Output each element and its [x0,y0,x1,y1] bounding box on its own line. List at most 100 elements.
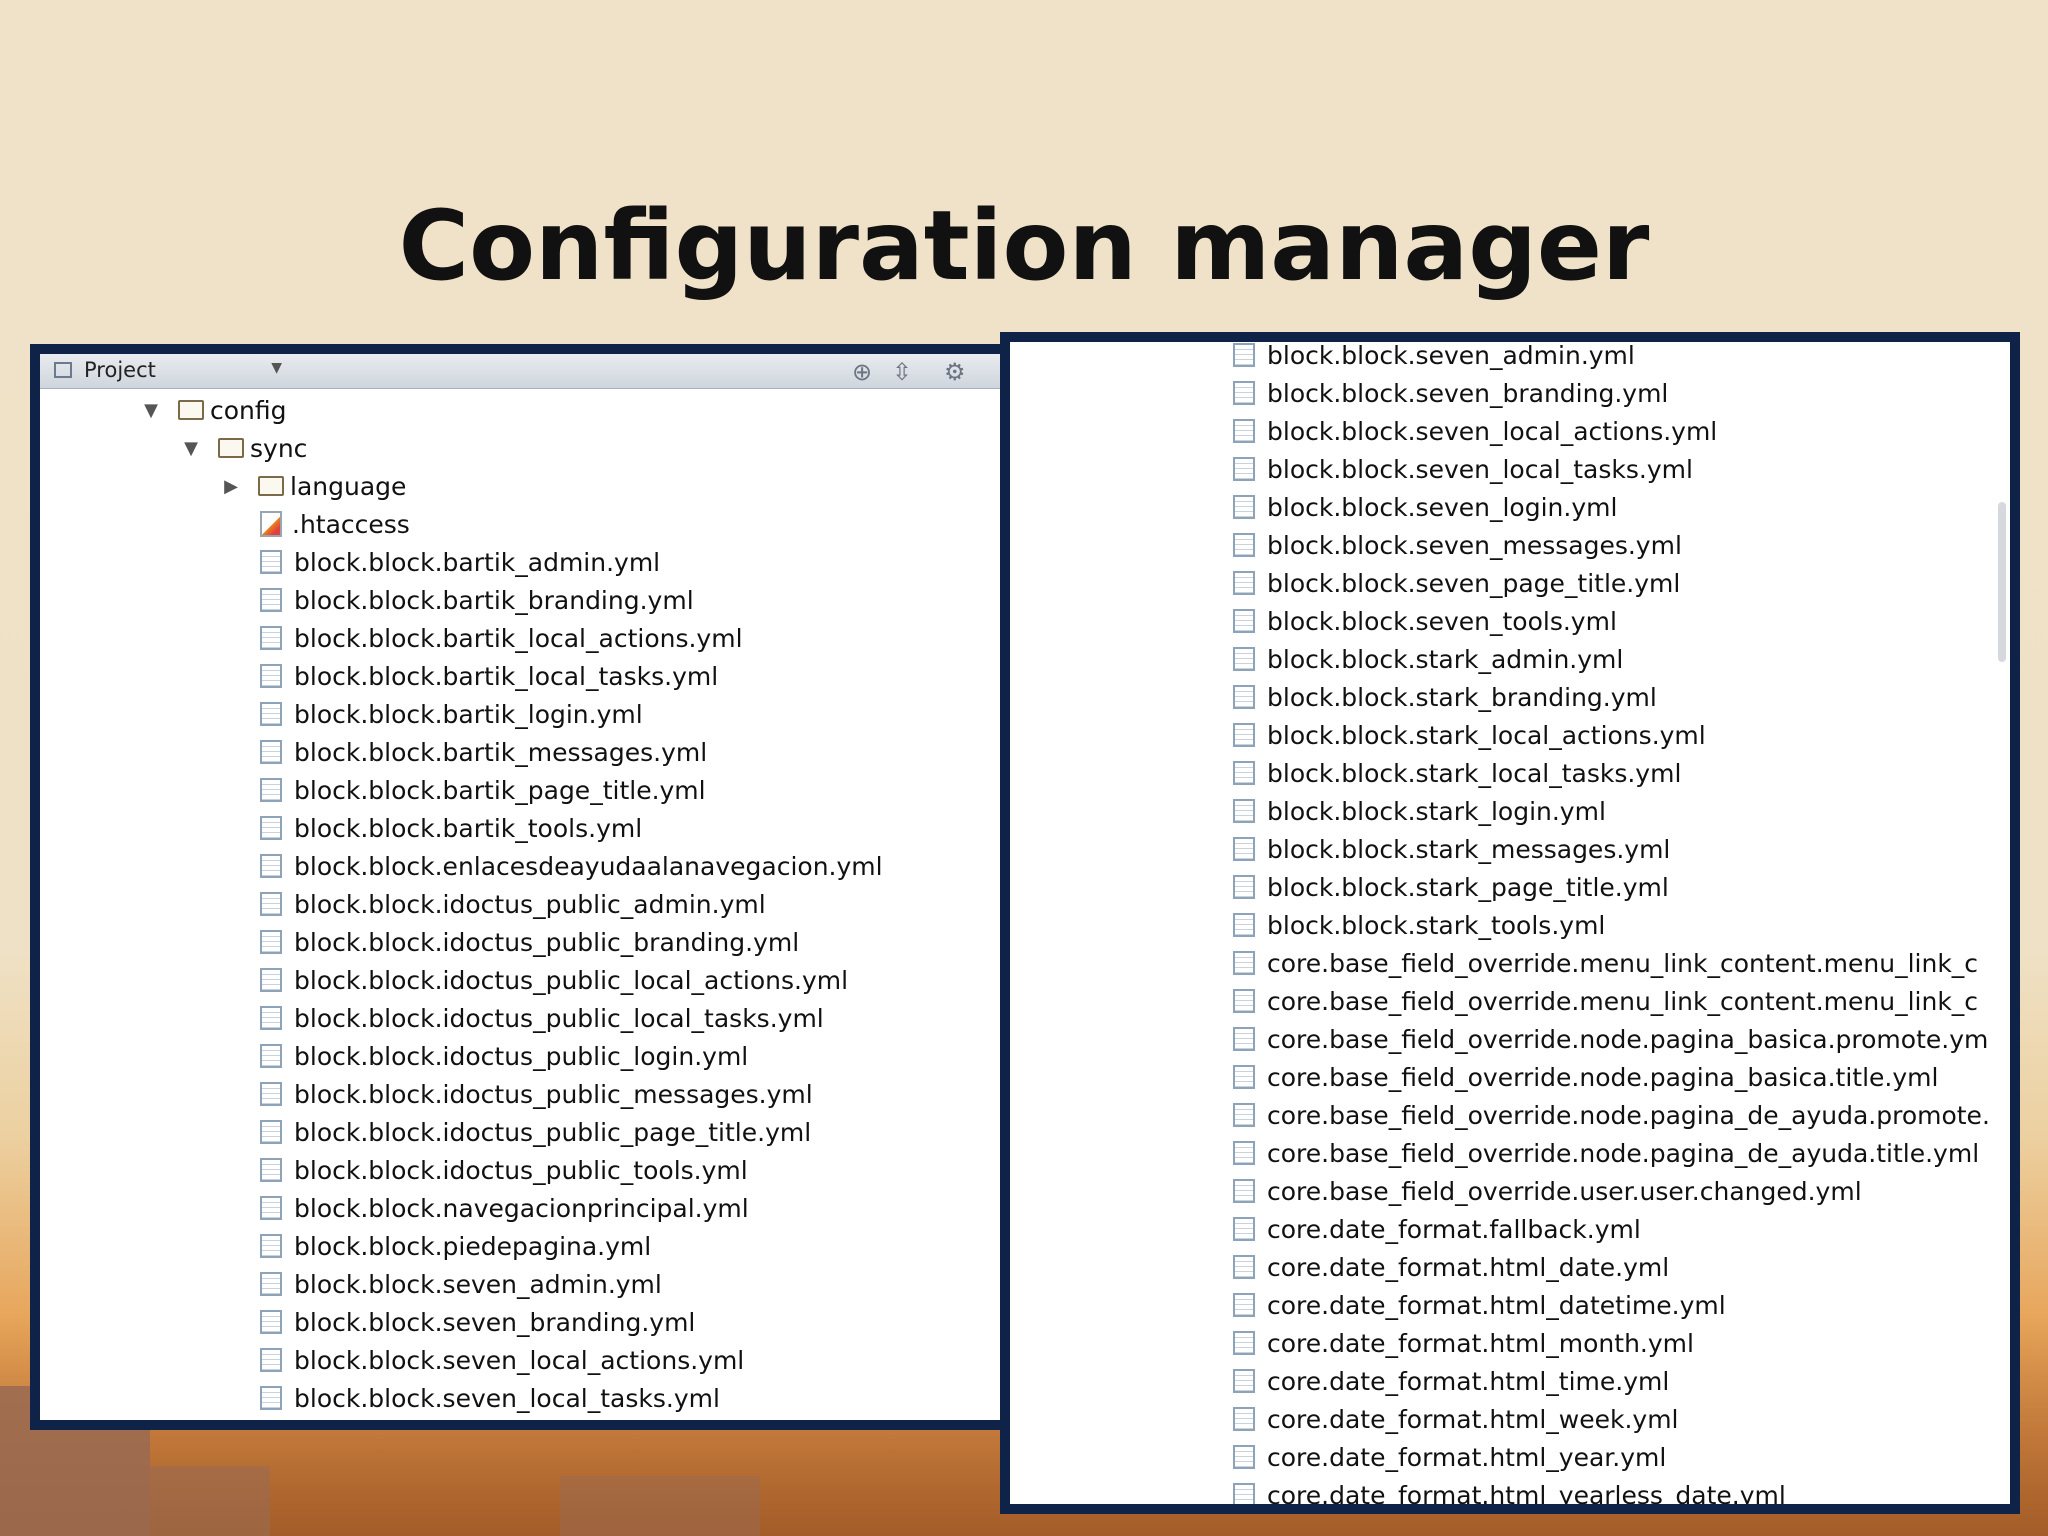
tree-file-row[interactable]: core.date_format.fallback.yml [1233,1211,1641,1247]
collapse-icon[interactable]: ⇳ [892,358,912,386]
tree-file-row[interactable]: block.block.stark_branding.yml [1233,679,1657,715]
tree-file-row[interactable]: core.base_field_override.node.pagina_de_… [1233,1097,1990,1133]
tree-file-row[interactable]: core.base_field_override.node.pagina_bas… [1233,1021,1988,1057]
tree-file-row[interactable]: core.base_field_override.menu_link_conte… [1233,945,1978,981]
expanded-arrow-icon[interactable]: ▼ [140,400,162,421]
yml-file-icon [260,1120,282,1144]
tree-file-row[interactable]: core.date_format.html_yearless_date.yml [1233,1477,1786,1504]
yml-file-icon [260,854,282,878]
tree-file-row[interactable]: core.base_field_override.menu_link_conte… [1233,983,1978,1019]
expanded-arrow-icon[interactable]: ▼ [180,438,202,459]
yml-file-icon [1233,1141,1255,1165]
tree-file-row[interactable]: .htaccess [260,506,410,542]
tree-file-row[interactable]: core.date_format.html_week.yml [1233,1401,1679,1437]
tree-file-row[interactable]: block.block.bartik_page_title.yml [260,772,706,808]
tree-file-row[interactable]: block.block.bartik_local_tasks.yml [260,658,718,694]
target-icon[interactable]: ⊕ [852,358,872,386]
tree-item-label: block.block.stark_tools.yml [1267,910,1606,940]
tree-file-row[interactable]: block.block.idoctus_public_login.yml [260,1038,748,1074]
tree-file-row[interactable]: block.block.seven_branding.yml [1233,375,1668,411]
yml-file-icon [1233,1369,1255,1393]
tree-file-row[interactable]: block.block.enlacesdeayudaalanavegacion.… [260,848,883,884]
tree-file-row[interactable]: block.block.bartik_login.yml [260,696,643,732]
yml-file-icon [260,626,282,650]
tree-file-row[interactable]: block.block.seven_login.yml [1233,489,1617,525]
yml-file-icon [260,1196,282,1220]
tree-file-row[interactable]: core.base_field_override.node.pagina_de_… [1233,1135,1979,1171]
vertical-scrollbar[interactable] [1998,502,2006,662]
yml-file-icon [1233,1179,1255,1203]
tree-item-label: core.base_field_override.node.pagina_bas… [1267,1062,1939,1092]
tree-item-label: block.block.stark_local_actions.yml [1267,720,1706,750]
tree-file-row[interactable]: block.block.stark_tools.yml [1233,907,1605,943]
tree-item-label: block.block.idoctus_public_login.yml [294,1041,749,1071]
tree-file-row[interactable]: block.block.seven_branding.yml [260,1304,695,1340]
tree-file-row[interactable]: block.block.navegacionprincipal.yml [260,1190,749,1226]
tree-file-row[interactable]: block.block.bartik_tools.yml [260,810,642,846]
tree-file-row[interactable]: core.base_field_override.user.user.chang… [1233,1173,1862,1209]
tree-file-row[interactable]: block.block.idoctus_public_messages.yml [260,1076,813,1112]
tree-file-row[interactable]: block.block.seven_page_title.yml [1233,565,1680,601]
tree-file-row[interactable]: block.block.seven_admin.yml [260,1266,662,1302]
tree-file-row[interactable]: block.block.bartik_messages.yml [260,734,707,770]
tree-file-row[interactable]: block.block.idoctus_public_page_title.ym… [260,1114,811,1150]
tree-file-row[interactable]: block.block.seven_tools.yml [1233,603,1617,639]
yml-file-icon [1233,723,1255,747]
tree-file-row[interactable]: block.block.seven_local_actions.yml [260,1342,744,1378]
tree-folder-row[interactable]: ▼ sync [180,430,307,466]
tree-item-label: block.block.stark_messages.yml [1267,834,1671,864]
project-toolbar: Project ▼ ⊕ ⇳ ⚙ [40,354,1005,389]
tree-file-row[interactable]: block.block.piedepagina.yml [260,1228,651,1264]
tree-file-row[interactable]: block.block.idoctus_public_tools.yml [260,1152,748,1188]
yml-file-icon [260,1348,282,1372]
tree-file-row[interactable]: block.block.seven_local_tasks.yml [1233,451,1693,487]
tree-file-row[interactable]: block.block.seven_local_actions.yml [1233,413,1717,449]
tree-file-row[interactable]: block.block.idoctus_public_admin.yml [260,886,766,922]
tree-file-row[interactable]: core.date_format.html_datetime.yml [1233,1287,1726,1323]
gear-icon[interactable]: ⚙ [944,358,966,386]
tree-file-row[interactable]: core.date_format.html_date.yml [1233,1249,1669,1285]
tree-file-row[interactable]: block.block.stark_messages.yml [1233,831,1670,867]
tree-file-row[interactable]: block.block.idoctus_public_local_tasks.y… [260,1000,824,1036]
tree-file-row[interactable]: block.block.stark_page_title.yml [1233,869,1669,905]
tree-item-label: block.block.stark_branding.yml [1267,682,1657,712]
tree-file-row[interactable]: core.date_format.html_month.yml [1233,1325,1694,1361]
yml-file-icon [260,778,282,802]
file-list-panel: block.block.seven_admin.yml block.block.s… [1000,332,2020,1514]
tree-file-row[interactable]: block.block.bartik_local_actions.yml [260,620,743,656]
tree-item-label: block.block.bartik_tools.yml [294,813,643,843]
yml-file-icon [1233,837,1255,861]
project-tree-panel: Project ▼ ⊕ ⇳ ⚙ ▼ config ▼ sync ▶ language .ht… [30,344,1015,1430]
tree-file-row[interactable]: block.block.idoctus_public_branding.yml [260,924,799,960]
project-view-selector[interactable]: Project ▼ [54,358,286,382]
tree-item-label: block.block.idoctus_public_local_tasks.y… [294,1003,824,1033]
tree-file-row[interactable]: core.base_field_override.node.pagina_bas… [1233,1059,1938,1095]
tree-file-row[interactable]: block.block.stark_local_tasks.yml [1233,755,1681,791]
tree-file-row[interactable]: block.block.bartik_branding.yml [260,582,694,618]
tree-file-row[interactable]: block.block.idoctus_public_local_actions… [260,962,848,998]
tree-folder-row[interactable]: ▶ language [220,468,406,504]
tree-file-row[interactable]: core.date_format.html_year.yml [1233,1439,1666,1475]
yml-file-icon [1233,761,1255,785]
tree-file-row[interactable]: block.block.seven_messages.yml [1233,527,1682,563]
collapsed-arrow-icon[interactable]: ▶ [220,476,242,497]
yml-file-icon [260,816,282,840]
tree-file-row[interactable]: block.block.seven_local_tasks.yml [260,1380,720,1416]
tree-file-row[interactable]: block.block.stark_login.yml [1233,793,1606,829]
tree-item-label: config [210,395,287,425]
tree-folder-row[interactable]: ▼ config [140,392,287,428]
yml-file-icon [1233,685,1255,709]
tree-item-label: core.date_format.html_datetime.yml [1267,1290,1726,1320]
project-icon [54,362,72,378]
tree-file-row[interactable]: block.block.stark_admin.yml [1233,641,1623,677]
tree-file-row[interactable]: block.block.bartik_admin.yml [260,544,660,580]
tree-file-row[interactable]: core.date_format.html_time.yml [1233,1363,1669,1399]
tree-item-label: block.block.bartik_login.yml [294,699,643,729]
yml-file-icon [260,702,282,726]
tree-file-row[interactable]: block.block.seven_admin.yml [1233,342,1635,373]
tree-file-row[interactable]: block.block.stark_local_actions.yml [1233,717,1706,753]
yml-file-icon [260,664,282,688]
tree-item-label: block.block.stark_local_tasks.yml [1267,758,1682,788]
tree-item-label: core.base_field_override.node.pagina_bas… [1267,1024,1989,1054]
yml-file-icon [1233,571,1255,595]
